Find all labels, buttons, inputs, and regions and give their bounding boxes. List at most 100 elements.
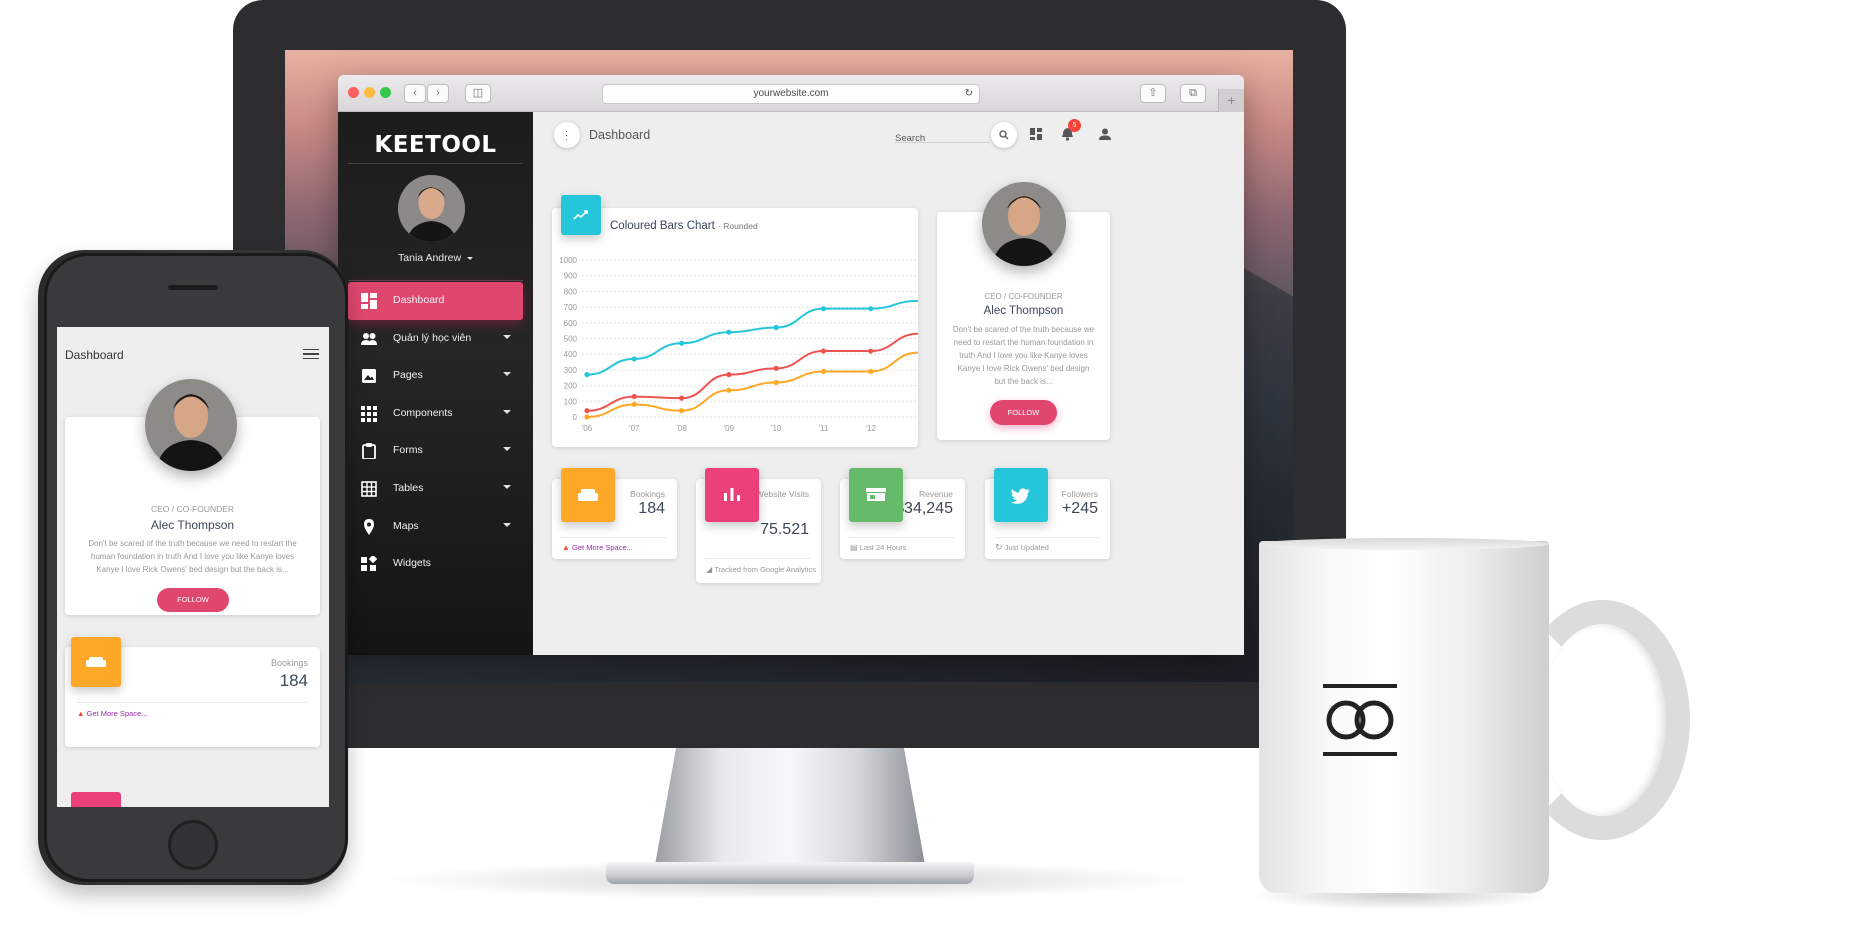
profile-avatar[interactable]	[982, 182, 1066, 266]
y-tick-label: 500	[564, 335, 578, 344]
app-logo[interactable]: KEETOOL	[338, 132, 533, 158]
profile-bio: Don't be scared of the truth because we …	[952, 325, 1095, 386]
sidebar-item-label: Maps	[393, 519, 419, 532]
mug-logo-icon	[1323, 684, 1397, 756]
sidebar-item-label: Components	[393, 406, 453, 419]
phone-speaker	[168, 285, 218, 290]
sidebar-item-dashboard[interactable]: Dashboard	[348, 282, 523, 320]
phone-follow-button[interactable]: FOLLOW	[157, 588, 229, 612]
notifications-button[interactable]: 5	[1061, 119, 1081, 146]
reload-icon[interactable]: ↻	[965, 85, 973, 103]
apps-grid-icon	[361, 405, 377, 422]
sidebar-item-pages[interactable]: Pages	[348, 357, 523, 395]
share-icon[interactable]: ⇧	[1140, 84, 1166, 103]
phone-stat-footer-text: Get More Space...	[86, 709, 148, 718]
x-tick-label: '09	[724, 424, 735, 433]
sofa-icon	[86, 657, 106, 667]
data-point[interactable]	[584, 408, 590, 414]
data-point[interactable]	[820, 368, 827, 375]
sidebar-user-menu[interactable]: Tania Andrew	[338, 252, 533, 264]
sidebar-item-qu-n-l-h-c-vi-n[interactable]: Quản lý học viên	[348, 320, 523, 358]
data-point[interactable]	[726, 387, 732, 393]
sidebar-item-maps[interactable]: Maps	[348, 508, 523, 546]
y-tick-label: 1000	[559, 256, 577, 265]
data-point[interactable]	[773, 379, 779, 386]
sidebar-item-label: Dashboard	[393, 294, 445, 306]
x-tick-label: '08	[676, 424, 687, 433]
search-placeholder: Search	[895, 133, 926, 144]
search-button[interactable]	[991, 122, 1017, 148]
clipboard-icon	[362, 443, 376, 460]
sidebar-item-label: Forms	[393, 444, 423, 457]
stat-value: $34,245	[895, 500, 953, 517]
data-point[interactable]	[820, 348, 827, 354]
data-point[interactable]	[868, 306, 874, 312]
forward-arrow-icon[interactable]: ›	[427, 84, 449, 103]
more-vert-icon: · · ·	[565, 126, 568, 144]
chart-subtitle: - Rounded	[718, 221, 758, 231]
stat-footer-text: Get More Space...	[572, 543, 633, 552]
series-line-0	[586, 299, 918, 376]
sidebar-item-forms[interactable]: Forms	[348, 432, 523, 470]
person-icon[interactable]	[1099, 128, 1111, 140]
dashboard-icon[interactable]	[1030, 128, 1042, 140]
chart-card: Coloured Bars Chart - Rounded 0 100 200 300…	[552, 195, 918, 447]
zoom-window-button[interactable]	[380, 87, 391, 98]
data-point[interactable]	[678, 408, 685, 414]
x-tick-label: '12	[865, 424, 876, 433]
data-point[interactable]	[584, 414, 590, 420]
data-point[interactable]	[678, 395, 685, 401]
chevron-down-icon	[466, 256, 473, 260]
address-bar[interactable]: yourwebsite.com ↻	[602, 84, 980, 104]
sidebar-item-widgets[interactable]: Widgets	[348, 545, 523, 583]
data-point[interactable]	[631, 393, 637, 400]
chart-card-header-tile	[561, 195, 601, 235]
data-point[interactable]	[868, 368, 874, 375]
more-vert-button[interactable]: · · ·	[554, 122, 580, 148]
search-input[interactable]: Search	[895, 128, 990, 144]
people-icon	[361, 332, 377, 345]
phone-stat-footer[interactable]: ▲ Get More Space...	[77, 709, 147, 718]
data-point[interactable]	[584, 372, 590, 378]
close-window-button[interactable]	[348, 87, 359, 98]
bar-chart-icon	[724, 488, 740, 501]
sidebar-avatar[interactable]	[398, 175, 465, 242]
stat-footer[interactable]: ▲ Get More Space...	[562, 541, 672, 554]
phone-home-button[interactable]	[168, 820, 218, 870]
stat-divider	[995, 537, 1100, 538]
series-line-2	[586, 351, 918, 418]
sidebar-item-tables[interactable]: Tables	[348, 470, 523, 508]
profile-name: Alec Thompson	[983, 305, 1064, 317]
phone-stat-label: Bookings	[270, 658, 308, 668]
data-point[interactable]	[631, 356, 637, 362]
data-point[interactable]	[868, 348, 874, 354]
data-point[interactable]	[820, 306, 827, 312]
y-tick-label: 200	[564, 382, 578, 391]
stat-footer: ◢ Tracked from Google Analytics	[706, 563, 816, 576]
widgets-icon	[361, 556, 377, 572]
sidebar-item-components[interactable]: Components	[348, 395, 523, 433]
new-tab-icon[interactable]: +	[1218, 89, 1244, 113]
data-point[interactable]	[631, 401, 637, 408]
data-point[interactable]	[678, 340, 685, 346]
browser-window: ‹ › ◫ yourwebsite.com ↻ ⇧ ⧉ + KEETOOL Ta…	[338, 75, 1244, 655]
tabs-overview-icon[interactable]: ⧉	[1180, 84, 1206, 103]
follow-button[interactable]: FOLLOW	[990, 400, 1057, 425]
sidebar-toggle-icon[interactable]: ◫	[465, 84, 491, 103]
sidebar-item-label: Pages	[393, 369, 423, 382]
hamburger-menu-icon[interactable]	[303, 349, 319, 359]
sidebar-divider	[348, 163, 523, 164]
phone-profile-avatar[interactable]	[145, 379, 237, 471]
data-point[interactable]	[726, 329, 732, 335]
x-tick-label: '10	[771, 424, 782, 433]
data-point[interactable]	[773, 324, 779, 331]
chevron-down-icon	[503, 485, 511, 489]
back-arrow-icon[interactable]: ‹	[404, 84, 426, 103]
stat-divider	[562, 537, 667, 538]
y-tick-label: 800	[564, 287, 578, 296]
minimize-window-button[interactable]	[364, 87, 375, 98]
profile-role: CEO / CO-FOUNDER	[984, 292, 1063, 301]
data-point[interactable]	[773, 365, 779, 371]
sidebar-divider	[348, 280, 523, 281]
data-point[interactable]	[726, 372, 732, 378]
